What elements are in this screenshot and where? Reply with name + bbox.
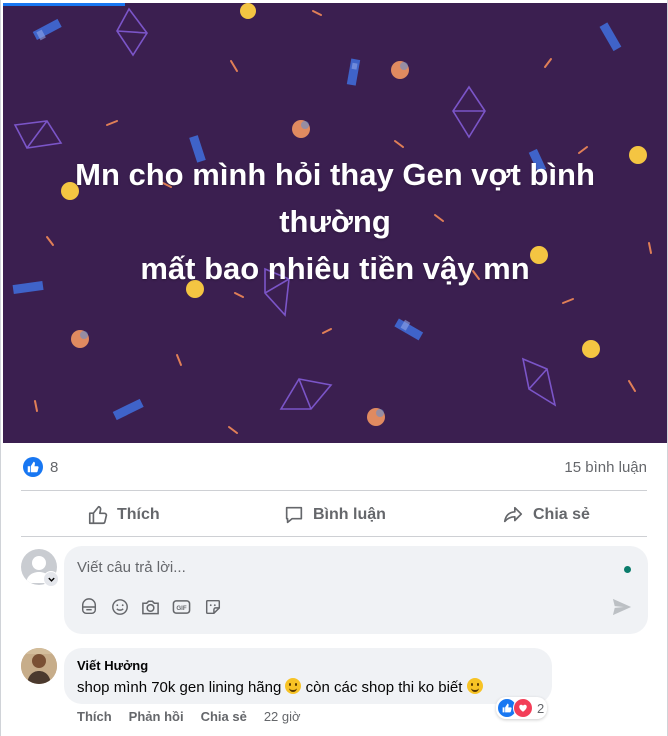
post-text-line: mất bao nhiêu tiền vậy mn [140,251,530,286]
send-icon[interactable] [611,597,633,617]
post-text-line: Mn cho mình hỏi thay Gen vợt bình [75,157,595,192]
comment-button-label: Bình luận [313,506,386,523]
grin-emoji-icon [466,678,483,694]
comment-author[interactable]: Viết Hưởng [77,658,148,673]
status-dot [624,566,631,573]
post-background-banner: Mn cho mình hỏi thay Gen vợt bình thường… [3,3,667,443]
comment-text-part: shop mình 70k gen lining hãng [77,679,286,696]
comment-reply-link[interactable]: Phản hồi [129,709,184,724]
gif-icon[interactable]: GIF [172,597,191,616]
like-button[interactable]: Thích [87,497,160,533]
emoji-icon[interactable] [110,597,129,616]
comment-actions: Thích Phản hồi Chia sẻ 22 giờ [77,709,301,724]
like-button-label: Thích [117,506,160,523]
comment-reactions[interactable]: 2 [496,697,548,719]
camera-icon[interactable] [141,597,160,616]
comment-icon [285,506,303,524]
comment-button[interactable]: Bình luận [283,497,386,533]
smile-emoji-icon [285,678,302,694]
comment-text-part: còn các shop thi ko biết [301,679,467,696]
divider [21,490,647,491]
comment-like-link[interactable]: Thích [77,709,112,724]
like-count[interactable]: 8 [50,459,58,476]
like-reaction-icon[interactable] [23,457,43,477]
reply-input[interactable]: Viết câu trả lời... [77,559,186,576]
avatar-sticker-icon[interactable] [203,597,222,616]
share-icon [503,506,523,523]
divider [21,536,647,537]
comment-bubble: Viết Hưởng shop mình 70k gen lining hãng… [64,648,552,704]
reply-composer[interactable]: Viết câu trả lời... GIF [64,546,648,634]
svg-text:GIF: GIF [176,604,186,611]
thumbs-up-icon [88,505,108,525]
love-reaction-icon [513,698,533,718]
post-card: Mn cho mình hỏi thay Gen vợt bình thường… [0,0,668,736]
comment-count-link[interactable]: 15 bình luận [564,459,647,476]
comment-timestamp[interactable]: 22 giờ [264,709,301,724]
composer-toolbar: GIF [79,597,222,616]
share-button-label: Chia sẻ [533,506,590,523]
chevron-down-icon[interactable] [43,571,59,587]
post-text-line: thường [279,204,391,239]
comment-text: shop mình 70k gen lining hãng còn các sh… [77,678,483,696]
comment-share-link[interactable]: Chia sẻ [201,709,247,724]
post-text: Mn cho mình hỏi thay Gen vợt bình thường… [23,151,647,292]
sticker-icon[interactable] [79,597,98,616]
commenter-avatar[interactable] [21,648,57,684]
post-stats: 8 15 bình luận [21,456,647,480]
reaction-count: 2 [537,700,545,716]
share-button[interactable]: Chia sẻ [501,497,590,533]
